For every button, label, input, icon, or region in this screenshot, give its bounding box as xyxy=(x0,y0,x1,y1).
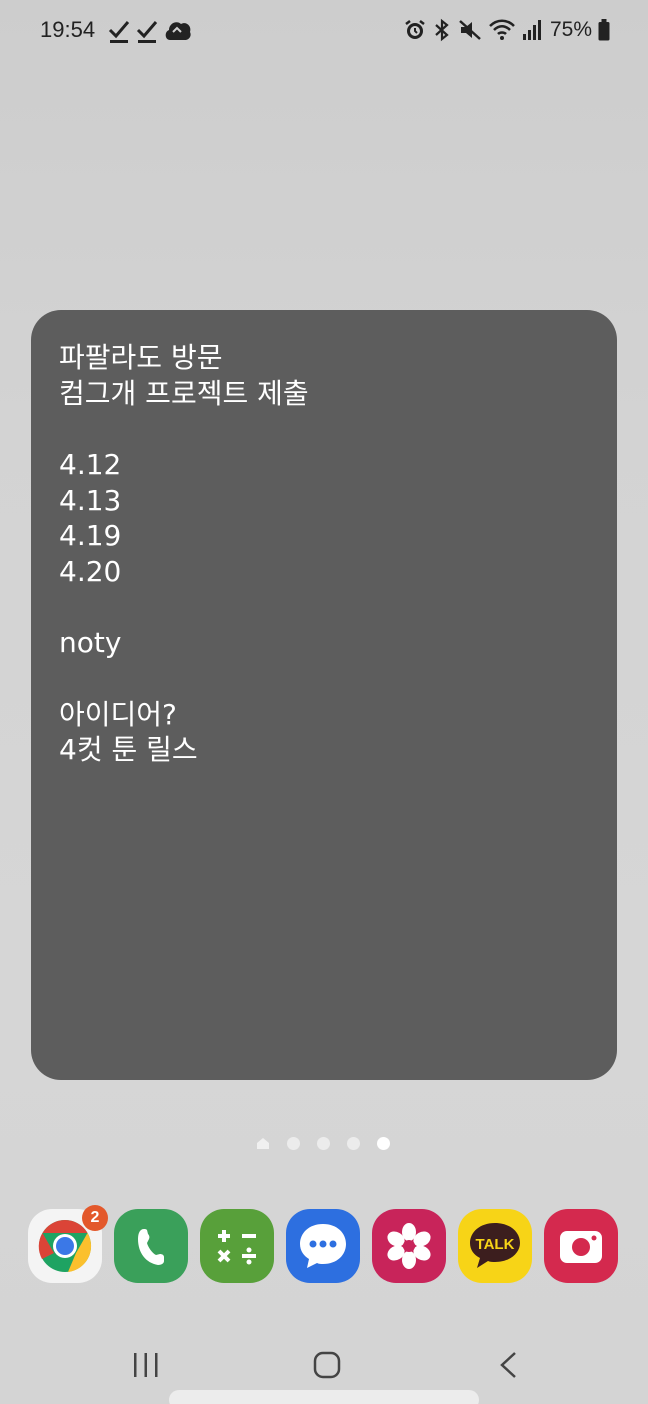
note-widget[interactable]: 파팔라도 방문 컴그개 프로젝트 제출 4.12 4.13 4.19 4.20 noty 아이… xyxy=(31,310,617,1080)
check-icon xyxy=(108,21,130,43)
note-line xyxy=(59,661,589,697)
page-indicator xyxy=(256,1137,390,1150)
note-line: 컴그개 프로젝트 제출 xyxy=(59,376,309,410)
battery-percent: 75% xyxy=(549,18,592,41)
page-dot xyxy=(287,1137,300,1150)
gallery-app-icon[interactable] xyxy=(372,1209,446,1283)
page-dot-active xyxy=(377,1137,390,1150)
page-dot xyxy=(317,1137,330,1150)
note-line: 4.13 xyxy=(59,483,122,517)
gesture-bar[interactable] xyxy=(169,1390,479,1404)
status-bar: 19:54 75% xyxy=(0,0,648,64)
kakaotalk-icon-text: TALK xyxy=(476,1236,515,1253)
note-line xyxy=(59,589,589,625)
note-line: 파팔라도 방문 xyxy=(59,341,223,374)
alarm-icon xyxy=(405,20,425,39)
home-icon[interactable] xyxy=(312,1350,342,1380)
mute-icon xyxy=(459,20,481,40)
home-page-icon xyxy=(257,1138,269,1149)
status-time: 19:54 xyxy=(40,17,96,42)
signal-icon xyxy=(522,20,541,40)
note-line: 4.12 xyxy=(59,448,122,481)
page-dot xyxy=(347,1137,360,1150)
kakaotalk-app-icon[interactable]: TALK xyxy=(458,1209,532,1283)
note-line xyxy=(59,411,589,447)
chrome-app-icon[interactable]: 2 xyxy=(28,1205,108,1283)
notification-badge: 2 xyxy=(82,1205,108,1231)
back-icon[interactable] xyxy=(496,1350,522,1380)
phone-app-icon[interactable] xyxy=(114,1209,188,1283)
camera-app-icon[interactable] xyxy=(544,1209,618,1283)
note-line: 4컷 툰 릴스 xyxy=(59,733,198,766)
wifi-icon xyxy=(489,19,515,40)
cloud-icon xyxy=(165,22,191,40)
recents-icon[interactable] xyxy=(132,1350,160,1380)
messages-app-icon[interactable] xyxy=(286,1209,360,1283)
note-line: noty xyxy=(59,626,122,659)
calculator-app-icon[interactable] xyxy=(200,1209,274,1283)
note-line: 아이디어? xyxy=(59,697,177,731)
app-dock: 2 TALK xyxy=(28,1205,620,1285)
check-icon xyxy=(136,21,158,43)
bluetooth-icon xyxy=(435,18,449,42)
battery-icon xyxy=(598,19,610,41)
note-line: 4.19 xyxy=(59,519,122,552)
note-line: 4.20 xyxy=(59,554,122,588)
